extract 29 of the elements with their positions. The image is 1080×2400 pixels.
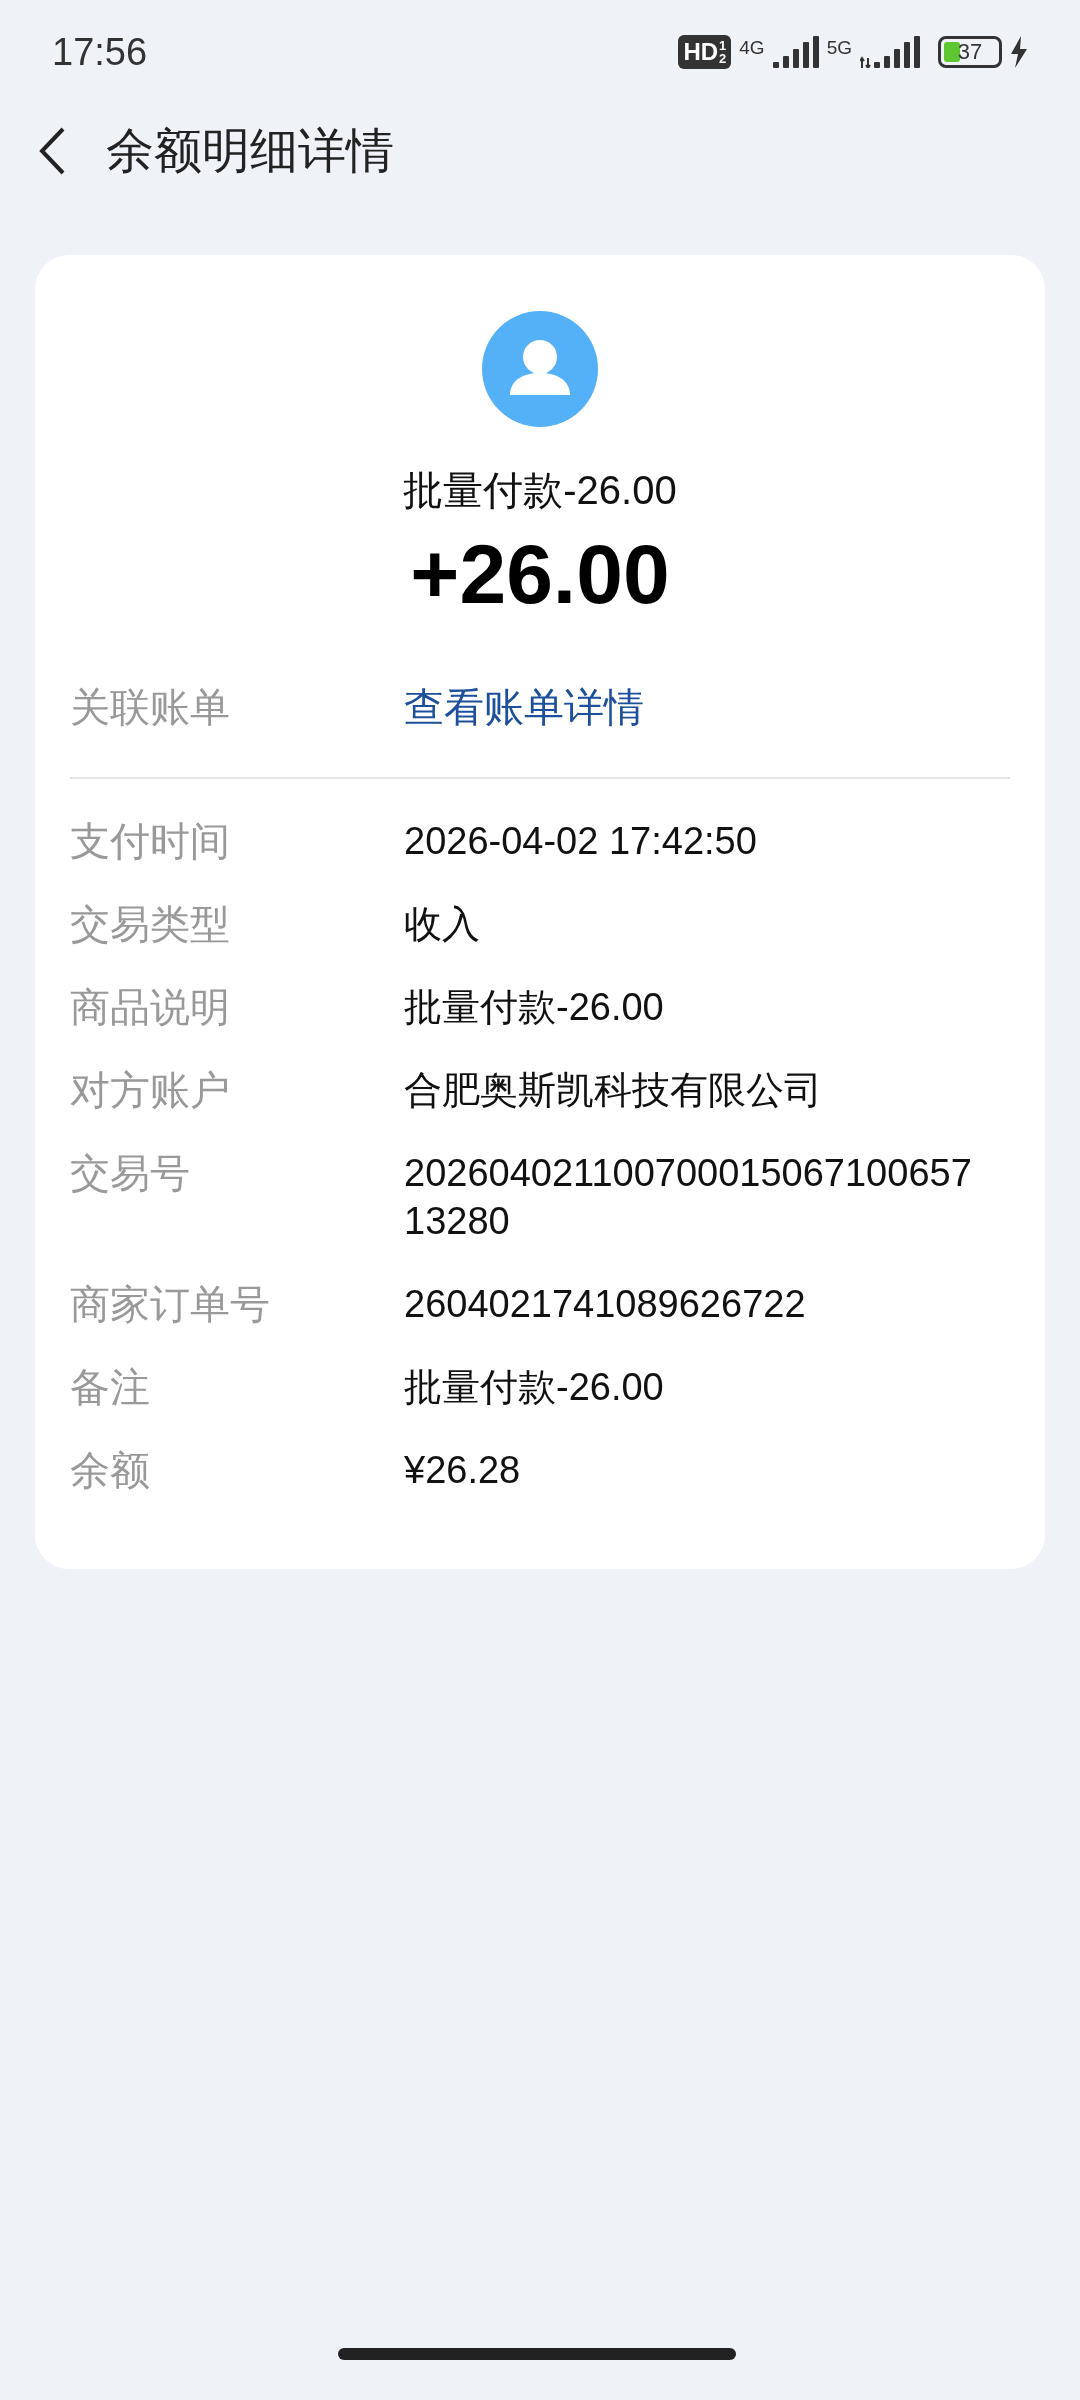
field-label: 余额 [70,1447,151,1494]
back-icon[interactable] [38,126,66,176]
field-label: 商家订单号 [70,1281,271,1328]
field-label: 交易号 [70,1150,191,1197]
field-label: 备注 [70,1364,151,1411]
field-value: 批量付款-26.00 [404,1365,664,1410]
signal-icon [860,36,920,68]
field-label: 关联账单 [70,684,231,731]
avatar-icon [482,311,598,427]
field-label: 商品说明 [70,984,231,1031]
field-value: 2026-04-02 17:42:50 [404,819,757,864]
field-value: 合肥奥斯凯科技有限公司 [404,1068,822,1113]
field-value: 批量付款-26.00 [404,985,664,1030]
field-label: 交易类型 [70,901,231,948]
status-time: 17:56 [52,30,148,74]
page-title: 余额明细详情 [106,123,394,179]
amount-text: +26.00 [410,526,670,623]
field-label: 支付时间 [70,818,231,865]
network-label: 4G [739,37,765,59]
payment-title: 批量付款-26.00 [403,467,677,514]
network-label: 5G [826,37,852,59]
bill-details-link[interactable]: 查看账单详情 [404,683,644,731]
signal-icon [772,36,819,68]
field-value: 2604021741089626722 [404,1282,806,1327]
charging-icon [1010,36,1028,68]
field-value: 收入 [404,902,480,947]
field-value: ¥26.28 [404,1448,521,1493]
field-label: 对方账户 [70,1067,231,1114]
field-value: 202604021100700015067100657 13280 [404,1151,972,1244]
